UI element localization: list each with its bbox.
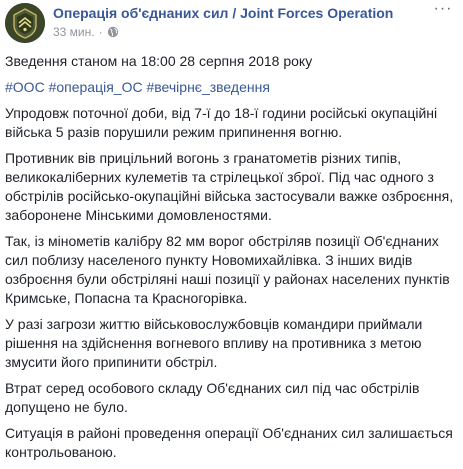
post-paragraph-1: Упродовж поточної доби, від 7-ї до 18-ї … (5, 105, 438, 140)
hashtag-operatsiia[interactable]: #операція_ОС (49, 79, 143, 95)
facebook-post: Операція об'єднаних сил / Joint Forces O… (0, 0, 463, 461)
post-meta: 33 мин. · (53, 25, 119, 39)
post-paragraph-2: Противник вів прицільний вогонь з гранат… (5, 150, 454, 223)
hashtag-vechirnie-zvedennia[interactable]: #вечірнє_зведення (146, 79, 269, 95)
post-timestamp[interactable]: 33 мин. (53, 25, 95, 39)
meta-separator: · (98, 25, 103, 39)
post-header: Операція об'єднаних сил / Joint Forces O… (5, 1, 455, 43)
post-paragraph-5: Втрат серед особового складу Об'єднаних … (5, 380, 420, 415)
post-content: Зведення станом на 18:00 28 серпня 2018 … (5, 52, 457, 469)
hashtag-list: #ООС #операція_ОС #вечірнє_зведення (5, 78, 457, 97)
post-paragraph-3: Так, із мінометів калібру 82 мм ворог об… (5, 233, 450, 306)
jfo-emblem-icon (5, 3, 45, 43)
post-paragraph-title: Зведення станом на 18:00 28 серпня 2018 … (5, 53, 313, 69)
post-paragraph-6: Ситуація в районі проведення операції Об… (5, 425, 453, 460)
page-avatar[interactable] (5, 3, 45, 43)
globe-icon[interactable] (107, 26, 119, 38)
more-options-icon[interactable]: ··· (431, 1, 455, 19)
hashtag-oos[interactable]: #ООС (5, 79, 45, 95)
post-paragraph-4: У разі загрози життю військовослужбовців… (5, 316, 423, 370)
page-name-link[interactable]: Операція об'єднаних сил / Joint Forces O… (53, 5, 393, 21)
